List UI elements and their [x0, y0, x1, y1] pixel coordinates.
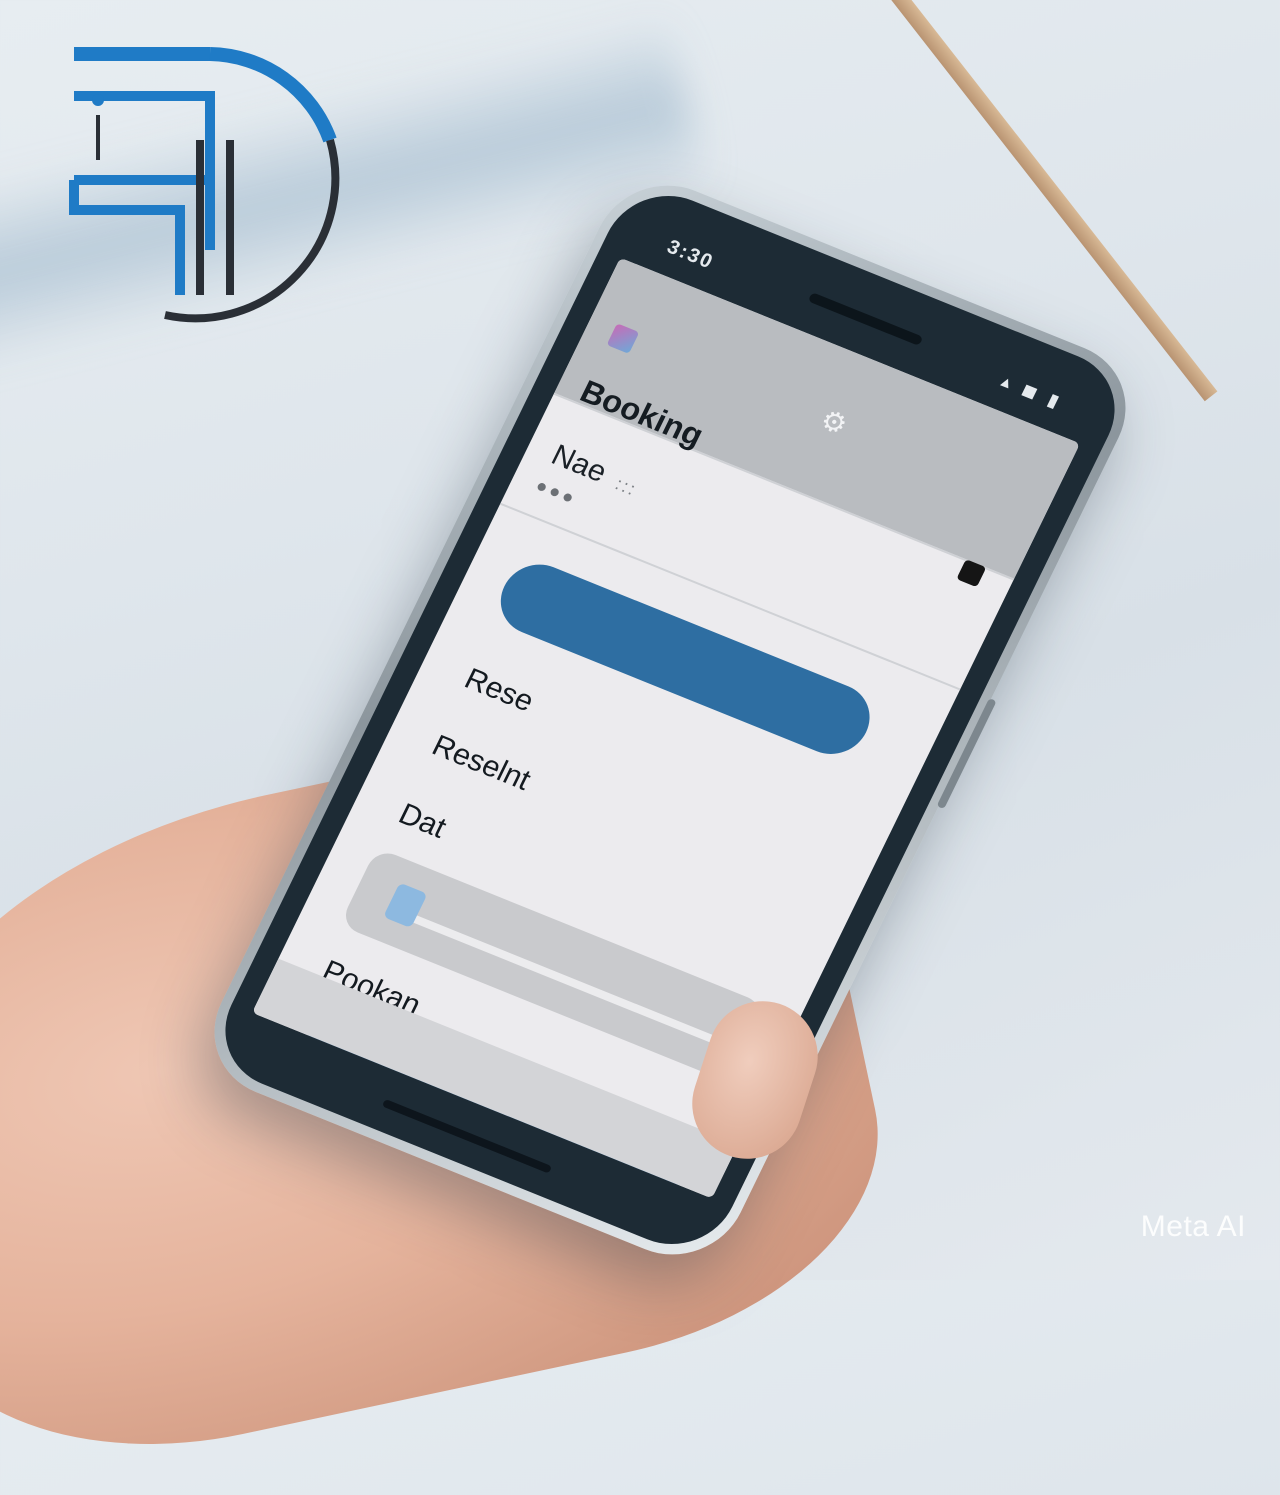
gear-icon[interactable]: ⚙	[813, 404, 854, 442]
app-logo-icon	[606, 323, 640, 354]
name-dots	[536, 481, 623, 523]
select-button[interactable]	[488, 553, 882, 765]
watermark-text: Meta AI	[1140, 1210, 1246, 1243]
phone-device: 3:30 ▴ ◼ ▮ ⚙ Booking Nae ::: Rese Reseln…	[190, 164, 1150, 1276]
phone-speaker	[807, 292, 924, 347]
name-field[interactable]: Nae :::	[536, 439, 645, 523]
name-hint: :::	[612, 473, 641, 500]
phone-bezel: 3:30 ▴ ◼ ▮ ⚙ Booking Nae ::: Rese Reseln…	[204, 177, 1136, 1263]
label-1: Rese	[459, 662, 539, 719]
date-label: Dat	[393, 797, 452, 845]
status-icons: ▴ ◼ ▮	[998, 370, 1067, 413]
label-2: Reselnt	[426, 729, 536, 797]
app-screen: ⚙ Booking Nae ::: Rese Reselnt Dat Pooka…	[251, 257, 1081, 1199]
name-label: Nae	[546, 438, 612, 489]
status-time: 3:30	[663, 235, 718, 274]
